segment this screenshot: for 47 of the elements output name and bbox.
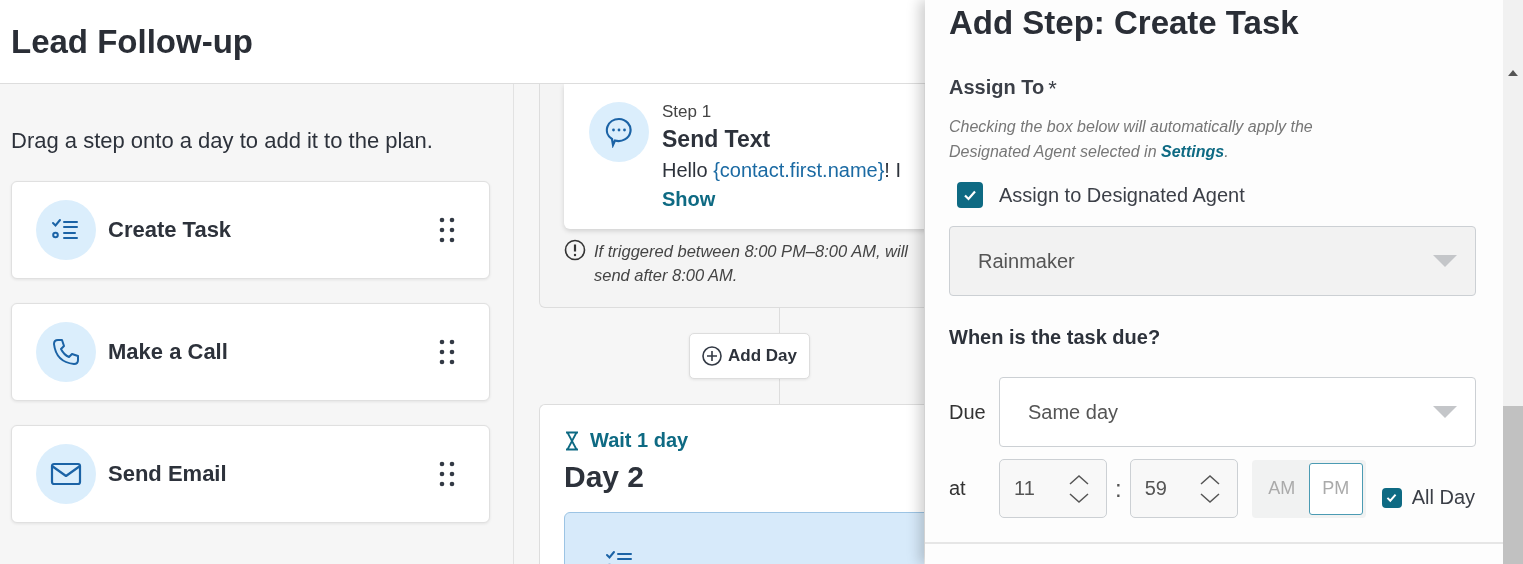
checkmark-icon [1385,491,1399,504]
dropdown-caret-icon [1433,255,1457,267]
hour-field[interactable]: 11 [999,459,1107,518]
at-label: at [949,477,967,500]
message-preview: Hello {contact.first.name}! I [662,159,901,182]
minute-field[interactable]: 59 [1129,459,1238,518]
section-heading: When is the task due? [949,326,1162,349]
time-separator: : [1115,474,1122,503]
scroll-up-icon[interactable] [1508,70,1518,76]
drag-handle-icon[interactable] [439,217,455,243]
step-card[interactable]: Create Task [11,181,490,279]
notice-text: If triggered between 8:00 PM–8:00 AM, will send after 8:00 AM. [594,241,910,286]
phone-icon [51,337,81,367]
stepper-arrows-icon[interactable] [1068,473,1090,504]
drag-handle-icon[interactable] [439,461,455,487]
day-title: Day 2 [564,460,646,494]
checkbox-label: All Day [1411,486,1476,509]
envelope-icon [50,462,82,486]
drag-handle-icon[interactable] [439,339,455,365]
checkbox[interactable] [1381,487,1402,508]
checkbox[interactable] [957,182,983,208]
stepper-arrows-icon[interactable] [1198,473,1221,504]
page-title: Lead Follow-up [11,22,253,61]
step-card[interactable]: Step 1 Send Text Hello {contact.first.name}! I Show [564,84,924,229]
add-day-button[interactable]: Add Day [689,333,810,379]
dropdown-caret-icon [1433,406,1457,418]
step-card[interactable]: Make a Call [11,303,490,401]
due-select[interactable]: Same day [999,377,1476,447]
settings-link[interactable]: Settings [1161,143,1225,160]
checkbox-label: Assign to Designated Agent [999,183,1245,207]
hint-text: Drag a step onto a day to add it to the plan. [11,127,434,155]
drawer-title: Add Step: Create Task [949,4,1300,43]
hourglass-icon [564,430,580,451]
show-link[interactable]: Show [662,188,716,211]
due-label: Due [949,400,987,424]
step-number: Step 1 [662,102,713,122]
field-label: Assign To [949,76,1045,99]
required-mark: * [1048,76,1057,102]
scrollbar[interactable] [1503,0,1523,564]
step-card[interactable]: Send Email [11,425,490,523]
scrollbar-thumb[interactable] [1503,405,1523,564]
wait-label: Wait 1 day [590,429,689,452]
step-title: Send Text [662,126,772,153]
help-text: Checking the box below will automatically apply the Designated Agent selected in Settings. [949,117,1314,162]
plus-circle-icon [702,346,722,366]
warning-icon [564,239,586,261]
chat-bubble-icon [603,116,635,148]
